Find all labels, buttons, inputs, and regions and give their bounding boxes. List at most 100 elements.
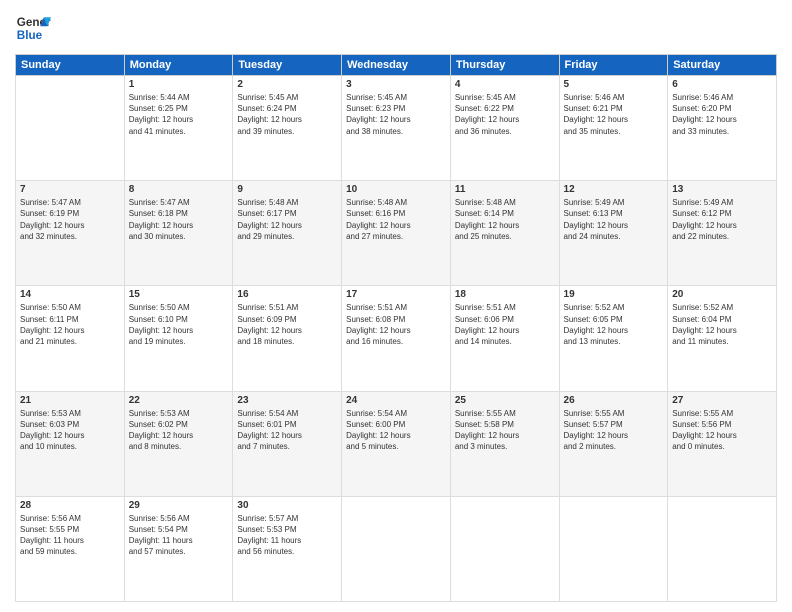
calendar-cell: 13 Sunrise: 5:49 AM Sunset: 6:12 PM Dayli… <box>668 181 777 286</box>
day-info: Sunrise: 5:47 AM Sunset: 6:18 PM Dayligh… <box>129 197 229 242</box>
day-number: 15 <box>129 289 229 300</box>
day-info: Sunrise: 5:56 AM Sunset: 5:55 PM Dayligh… <box>20 513 120 558</box>
calendar-cell: 25 Sunrise: 5:55 AM Sunset: 5:58 PM Dayli… <box>450 391 559 496</box>
day-number: 6 <box>672 79 772 90</box>
day-info: Sunrise: 5:53 AM Sunset: 6:03 PM Dayligh… <box>20 408 120 453</box>
day-number: 21 <box>20 395 120 406</box>
day-info: Sunrise: 5:54 AM Sunset: 6:01 PM Dayligh… <box>237 408 337 453</box>
day-info: Sunrise: 5:52 AM Sunset: 6:04 PM Dayligh… <box>672 302 772 347</box>
day-info: Sunrise: 5:46 AM Sunset: 6:20 PM Dayligh… <box>672 92 772 137</box>
day-info: Sunrise: 5:45 AM Sunset: 6:23 PM Dayligh… <box>346 92 446 137</box>
calendar-cell: 10 Sunrise: 5:48 AM Sunset: 6:16 PM Dayli… <box>342 181 451 286</box>
page: General Blue SundayMondayTuesdayWednesda… <box>0 0 792 612</box>
calendar-cell: 8Sunrise: 5:47 AM Sunset: 6:18 PM Daylig… <box>124 181 233 286</box>
day-number: 11 <box>455 184 555 195</box>
weekday-header-thursday: Thursday <box>450 55 559 76</box>
calendar-cell: 20 Sunrise: 5:52 AM Sunset: 6:04 PM Dayli… <box>668 286 777 391</box>
weekday-header-sunday: Sunday <box>16 55 125 76</box>
day-number: 25 <box>455 395 555 406</box>
weekday-header-tuesday: Tuesday <box>233 55 342 76</box>
calendar-cell: 16 Sunrise: 5:51 AM Sunset: 6:09 PM Dayli… <box>233 286 342 391</box>
day-number: 13 <box>672 184 772 195</box>
day-number: 18 <box>455 289 555 300</box>
day-number: 20 <box>672 289 772 300</box>
day-info: Sunrise: 5:48 AM Sunset: 6:17 PM Dayligh… <box>237 197 337 242</box>
calendar-week-3: 14 Sunrise: 5:50 AM Sunset: 6:11 PM Dayli… <box>16 286 777 391</box>
calendar-cell: 29Sunrise: 5:56 AM Sunset: 5:54 PM Dayli… <box>124 496 233 601</box>
calendar-cell <box>559 496 668 601</box>
day-info: Sunrise: 5:48 AM Sunset: 6:14 PM Dayligh… <box>455 197 555 242</box>
calendar-cell <box>16 76 125 181</box>
calendar-cell: 30 Sunrise: 5:57 AM Sunset: 5:53 PM Dayli… <box>233 496 342 601</box>
day-info: Sunrise: 5:51 AM Sunset: 6:08 PM Dayligh… <box>346 302 446 347</box>
calendar-cell: 21 Sunrise: 5:53 AM Sunset: 6:03 PM Dayli… <box>16 391 125 496</box>
day-number: 28 <box>20 500 120 511</box>
calendar-cell: 26Sunrise: 5:55 AM Sunset: 5:57 PM Dayli… <box>559 391 668 496</box>
calendar-cell <box>668 496 777 601</box>
day-info: Sunrise: 5:47 AM Sunset: 6:19 PM Dayligh… <box>20 197 120 242</box>
logo: General Blue <box>15 10 51 46</box>
calendar-cell: 14 Sunrise: 5:50 AM Sunset: 6:11 PM Dayli… <box>16 286 125 391</box>
day-number: 10 <box>346 184 446 195</box>
calendar-cell: 7 Sunrise: 5:47 AM Sunset: 6:19 PM Daylig… <box>16 181 125 286</box>
svg-text:Blue: Blue <box>17 29 43 42</box>
weekday-header-saturday: Saturday <box>668 55 777 76</box>
day-info: Sunrise: 5:55 AM Sunset: 5:56 PM Dayligh… <box>672 408 772 453</box>
day-info: Sunrise: 5:46 AM Sunset: 6:21 PM Dayligh… <box>564 92 664 137</box>
day-info: Sunrise: 5:49 AM Sunset: 6:12 PM Dayligh… <box>672 197 772 242</box>
day-number: 24 <box>346 395 446 406</box>
calendar-cell: 4 Sunrise: 5:45 AM Sunset: 6:22 PM Daylig… <box>450 76 559 181</box>
calendar-cell: 2 Sunrise: 5:45 AM Sunset: 6:24 PM Daylig… <box>233 76 342 181</box>
day-number: 16 <box>237 289 337 300</box>
calendar-cell <box>450 496 559 601</box>
calendar-cell: 27 Sunrise: 5:55 AM Sunset: 5:56 PM Dayli… <box>668 391 777 496</box>
day-info: Sunrise: 5:52 AM Sunset: 6:05 PM Dayligh… <box>564 302 664 347</box>
calendar-cell: 12 Sunrise: 5:49 AM Sunset: 6:13 PM Dayli… <box>559 181 668 286</box>
header: General Blue <box>15 10 777 46</box>
day-info: Sunrise: 5:45 AM Sunset: 6:22 PM Dayligh… <box>455 92 555 137</box>
day-info: Sunrise: 5:50 AM Sunset: 6:11 PM Dayligh… <box>20 302 120 347</box>
day-number: 30 <box>237 500 337 511</box>
day-number: 12 <box>564 184 664 195</box>
calendar-week-5: 28 Sunrise: 5:56 AM Sunset: 5:55 PM Dayli… <box>16 496 777 601</box>
day-info: Sunrise: 5:51 AM Sunset: 6:09 PM Dayligh… <box>237 302 337 347</box>
calendar-cell: 3 Sunrise: 5:45 AM Sunset: 6:23 PM Daylig… <box>342 76 451 181</box>
calendar-cell: 19 Sunrise: 5:52 AM Sunset: 6:05 PM Dayli… <box>559 286 668 391</box>
calendar-week-1: 1 Sunrise: 5:44 AM Sunset: 6:25 PM Daylig… <box>16 76 777 181</box>
day-info: Sunrise: 5:57 AM Sunset: 5:53 PM Dayligh… <box>237 513 337 558</box>
day-number: 4 <box>455 79 555 90</box>
day-info: Sunrise: 5:49 AM Sunset: 6:13 PM Dayligh… <box>564 197 664 242</box>
calendar-cell: 23 Sunrise: 5:54 AM Sunset: 6:01 PM Dayli… <box>233 391 342 496</box>
day-info: Sunrise: 5:55 AM Sunset: 5:57 PM Dayligh… <box>564 408 664 453</box>
day-number: 27 <box>672 395 772 406</box>
calendar-cell: 6 Sunrise: 5:46 AM Sunset: 6:20 PM Daylig… <box>668 76 777 181</box>
day-number: 5 <box>564 79 664 90</box>
calendar-cell: 15 Sunrise: 5:50 AM Sunset: 6:10 PM Dayli… <box>124 286 233 391</box>
day-info: Sunrise: 5:44 AM Sunset: 6:25 PM Dayligh… <box>129 92 229 137</box>
calendar-cell: 22Sunrise: 5:53 AM Sunset: 6:02 PM Dayli… <box>124 391 233 496</box>
calendar-cell: 11 Sunrise: 5:48 AM Sunset: 6:14 PM Dayli… <box>450 181 559 286</box>
day-info: Sunrise: 5:55 AM Sunset: 5:58 PM Dayligh… <box>455 408 555 453</box>
day-info: Sunrise: 5:56 AM Sunset: 5:54 PM Dayligh… <box>129 513 229 558</box>
day-info: Sunrise: 5:53 AM Sunset: 6:02 PM Dayligh… <box>129 408 229 453</box>
day-info: Sunrise: 5:45 AM Sunset: 6:24 PM Dayligh… <box>237 92 337 137</box>
weekday-header-monday: Monday <box>124 55 233 76</box>
logo-icon: General Blue <box>15 10 51 46</box>
day-number: 23 <box>237 395 337 406</box>
day-info: Sunrise: 5:51 AM Sunset: 6:06 PM Dayligh… <box>455 302 555 347</box>
calendar-cell: 5 Sunrise: 5:46 AM Sunset: 6:21 PM Daylig… <box>559 76 668 181</box>
day-number: 2 <box>237 79 337 90</box>
calendar-table: SundayMondayTuesdayWednesdayThursdayFrid… <box>15 54 777 602</box>
weekday-header-friday: Friday <box>559 55 668 76</box>
day-info: Sunrise: 5:48 AM Sunset: 6:16 PM Dayligh… <box>346 197 446 242</box>
day-number: 14 <box>20 289 120 300</box>
calendar-cell <box>342 496 451 601</box>
day-info: Sunrise: 5:50 AM Sunset: 6:10 PM Dayligh… <box>129 302 229 347</box>
day-number: 1 <box>129 79 229 90</box>
day-number: 3 <box>346 79 446 90</box>
day-number: 17 <box>346 289 446 300</box>
calendar-week-4: 21 Sunrise: 5:53 AM Sunset: 6:03 PM Dayli… <box>16 391 777 496</box>
day-number: 7 <box>20 184 120 195</box>
weekday-header-wednesday: Wednesday <box>342 55 451 76</box>
day-number: 19 <box>564 289 664 300</box>
